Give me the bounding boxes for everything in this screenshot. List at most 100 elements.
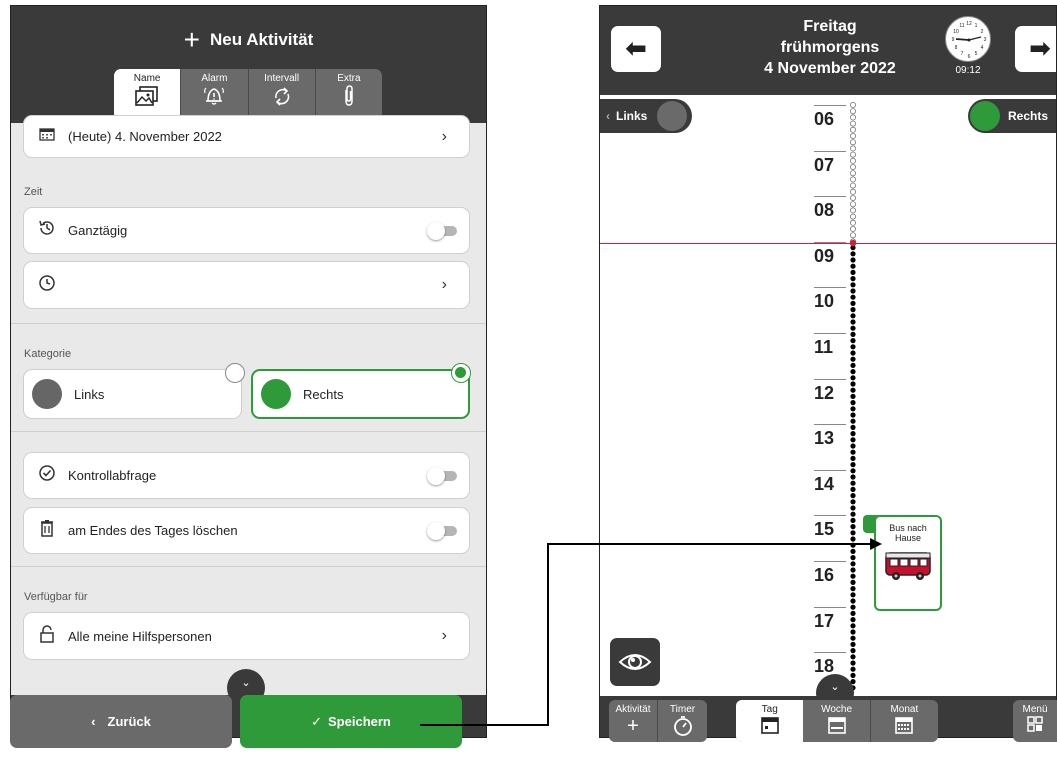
delete-row[interactable]: am Endes des Tages löschen [23,507,470,554]
time-dot [850,648,856,654]
time-dot [850,474,856,480]
radio-unselected-icon[interactable] [225,363,245,383]
left-column-toggle[interactable]: ‹ Links [600,99,692,133]
save-button[interactable]: ✓ Speichern [240,695,462,748]
time-dot [850,195,856,202]
time-dot [850,418,856,424]
hour-label: 07 [814,154,835,175]
tab-extra-label: Extra [337,73,361,84]
category-color-dot [261,379,291,409]
hour-tick [814,105,846,106]
hour-label: 10 [814,291,835,312]
hour-tick [814,378,846,380]
divider [11,566,486,567]
time-dot [850,151,856,158]
svg-text:3: 3 [984,37,987,43]
svg-text:10: 10 [953,29,959,35]
time-dot [850,592,856,598]
plus-icon: + [183,24,201,55]
tab-extra[interactable]: Extra [314,69,382,120]
all-day-row[interactable]: Ganztägig [23,207,470,254]
svg-text:7: 7 [961,51,964,57]
right-color-dot [970,101,1000,131]
time-dot [850,356,856,362]
hour-tick [814,424,846,426]
menu-label: Menü [1022,704,1048,715]
time-dot [850,307,856,313]
time-dot [850,251,856,257]
activity-tabs: Name Alarm Intervall Extra [114,69,382,120]
hour-label: 11 [814,337,834,357]
svg-text:12: 12 [966,21,972,27]
time-dot [850,443,856,449]
category-left-option[interactable]: Links [23,369,242,419]
section-label-category: Kategorie [24,348,72,360]
time-dot [850,362,856,368]
hour-label: 16 [814,565,835,585]
category-right-option[interactable]: Rechts [251,369,470,419]
grid-menu-icon [1013,715,1057,738]
timer-button[interactable]: Timer [658,700,707,742]
event-card[interactable]: Bus nach Hause [874,515,942,611]
calendar-icon [36,127,58,146]
time-field[interactable]: › [23,261,470,309]
hour-label: 12 [814,382,835,403]
time-dot [850,114,856,121]
back-button[interactable]: ‹ Zurück [10,695,232,748]
hour-label: 14 [814,473,835,494]
hour-label: 15 [814,519,835,540]
time-dot [850,369,856,375]
tab-alarm[interactable]: Alarm [180,69,247,120]
check-row[interactable]: Kontrollabfrage [23,452,470,499]
time-dot [850,319,856,325]
available-label: Alle meine Hilfspersonen [68,628,212,644]
time-dot [850,102,856,108]
category-right-label: Rechts [303,386,344,402]
available-for-field[interactable]: Alle meine Hilfspersonen › [23,612,470,660]
right-column-toggle[interactable]: Rechts [968,99,1056,133]
visibility-button[interactable] [610,638,660,686]
clock-icon: 12 1 2 3 4567 8 9 10 11 [945,16,991,62]
chevron-down-icon: ⌄ [241,677,251,689]
tab-day[interactable]: Tag [736,700,804,742]
chevron-right-icon: › [441,627,447,644]
time-dot [850,542,856,548]
check-toggle[interactable] [427,466,457,485]
tab-name[interactable]: Name [114,69,181,120]
time-dot [850,263,856,269]
repeat-icon [249,85,315,112]
alarm-bell-icon [181,85,247,112]
plus-icon: + [627,715,639,737]
time-dot [850,412,856,418]
time-dot [850,350,856,356]
all-day-toggle[interactable] [427,221,457,240]
hour-tick [814,150,846,152]
time-dot [850,666,856,672]
svg-text:4: 4 [981,45,984,51]
time-dot [850,499,856,505]
time-dot [850,641,856,648]
radio-selected-icon[interactable] [451,363,471,383]
prev-day-button[interactable]: ⬅ [611,26,661,72]
tab-day-label: Tag [761,704,778,715]
time-dot [850,462,856,468]
section-label-available: Verfügbar für [24,591,88,603]
history-icon [36,219,58,242]
calendar-month-icon [871,715,938,740]
delete-toggle[interactable] [427,521,457,540]
time-dot [850,660,856,666]
tab-month-label: Monat [890,704,919,715]
date-field[interactable]: (Heute) 4. November 2022 › [23,115,470,158]
next-day-button[interactable]: ➡ [1015,26,1056,72]
add-activity-button[interactable]: Aktivität + [609,700,658,742]
svg-text:1: 1 [975,23,978,29]
right-column-label: Rechts [1008,109,1049,123]
time-dot [850,610,856,616]
tab-week[interactable]: Woche [803,700,871,742]
time-dot [850,387,856,393]
tab-interval[interactable]: Intervall [247,69,315,120]
menu-button[interactable]: Menü [1013,700,1057,742]
menu-group: Menü [1013,700,1057,742]
divider [11,323,486,324]
tab-month[interactable]: Monat [871,700,938,742]
